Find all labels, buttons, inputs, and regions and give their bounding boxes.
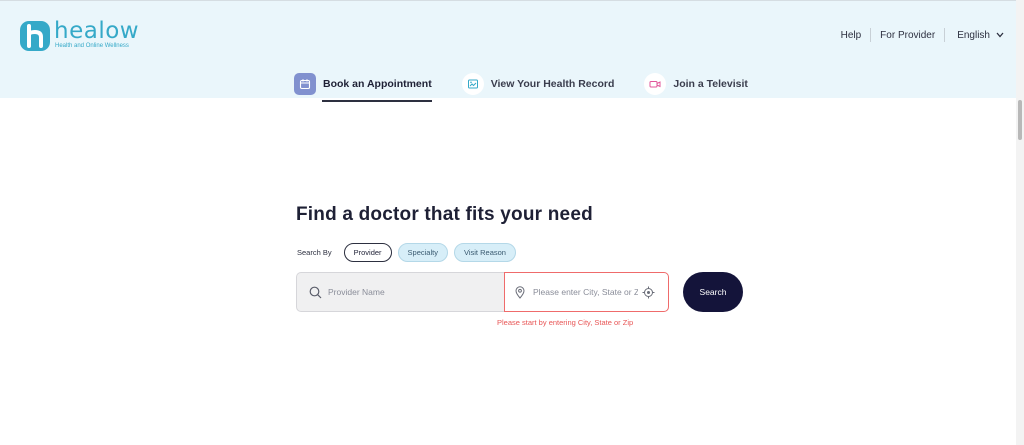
page-title: Find a doctor that fits your need: [296, 204, 593, 225]
scrollbar-thumb[interactable]: [1018, 100, 1022, 140]
provider-field[interactable]: [296, 272, 504, 312]
top-navigation: Help For Provider English: [832, 28, 1004, 42]
for-provider-link[interactable]: For Provider: [871, 30, 944, 41]
help-link[interactable]: Help: [832, 30, 871, 41]
search-icon: [309, 286, 322, 298]
tab-book-appointment[interactable]: Book an Appointment: [294, 71, 432, 102]
header-bar: healow Health and Online Wellness Help F…: [0, 0, 1024, 102]
chevron-down-icon: [996, 32, 1004, 38]
locate-me-icon[interactable]: [642, 286, 655, 299]
location-error-message: Please start by entering City, State or …: [497, 318, 634, 327]
tab-label: Book an Appointment: [323, 77, 432, 90]
logo-wordmark: healow: [54, 18, 140, 44]
healow-logo-icon: [20, 21, 50, 51]
location-pin-icon: [515, 285, 525, 299]
provider-name-input[interactable]: [328, 287, 488, 297]
main-tabs: Book an Appointment View Your Health Rec…: [294, 71, 748, 102]
chip-specialty[interactable]: Specialty: [397, 243, 448, 262]
location-input[interactable]: [533, 287, 638, 297]
search-by-label: Search By: [297, 248, 332, 257]
page-scrollbar[interactable]: [1016, 0, 1024, 445]
location-field[interactable]: [504, 272, 669, 312]
tab-health-record[interactable]: View Your Health Record: [461, 71, 615, 96]
search-form: Search: [296, 272, 743, 312]
healow-logo[interactable]: healow Health and Online Wellness: [20, 19, 139, 51]
tab-label: View Your Health Record: [490, 77, 615, 90]
tab-label: Join a Televisit: [673, 77, 748, 90]
search-button[interactable]: Search: [683, 272, 743, 312]
language-selector[interactable]: English: [945, 30, 1004, 41]
logo-tagline: Health and Online Wellness: [55, 43, 129, 49]
health-record-icon: [461, 72, 484, 95]
video-icon: [644, 72, 667, 95]
language-label: English: [957, 29, 990, 41]
active-tab-indicator: [322, 100, 432, 102]
chip-visit-reason[interactable]: Visit Reason: [453, 243, 516, 262]
tab-televisit[interactable]: Join a Televisit: [644, 71, 748, 96]
calendar-icon: [294, 72, 316, 95]
chip-provider[interactable]: Provider: [343, 243, 392, 262]
logo-text: healow Health and Online Wellness: [54, 19, 139, 49]
search-by-group: Search By Provider Specialty Visit Reaso…: [297, 243, 522, 262]
